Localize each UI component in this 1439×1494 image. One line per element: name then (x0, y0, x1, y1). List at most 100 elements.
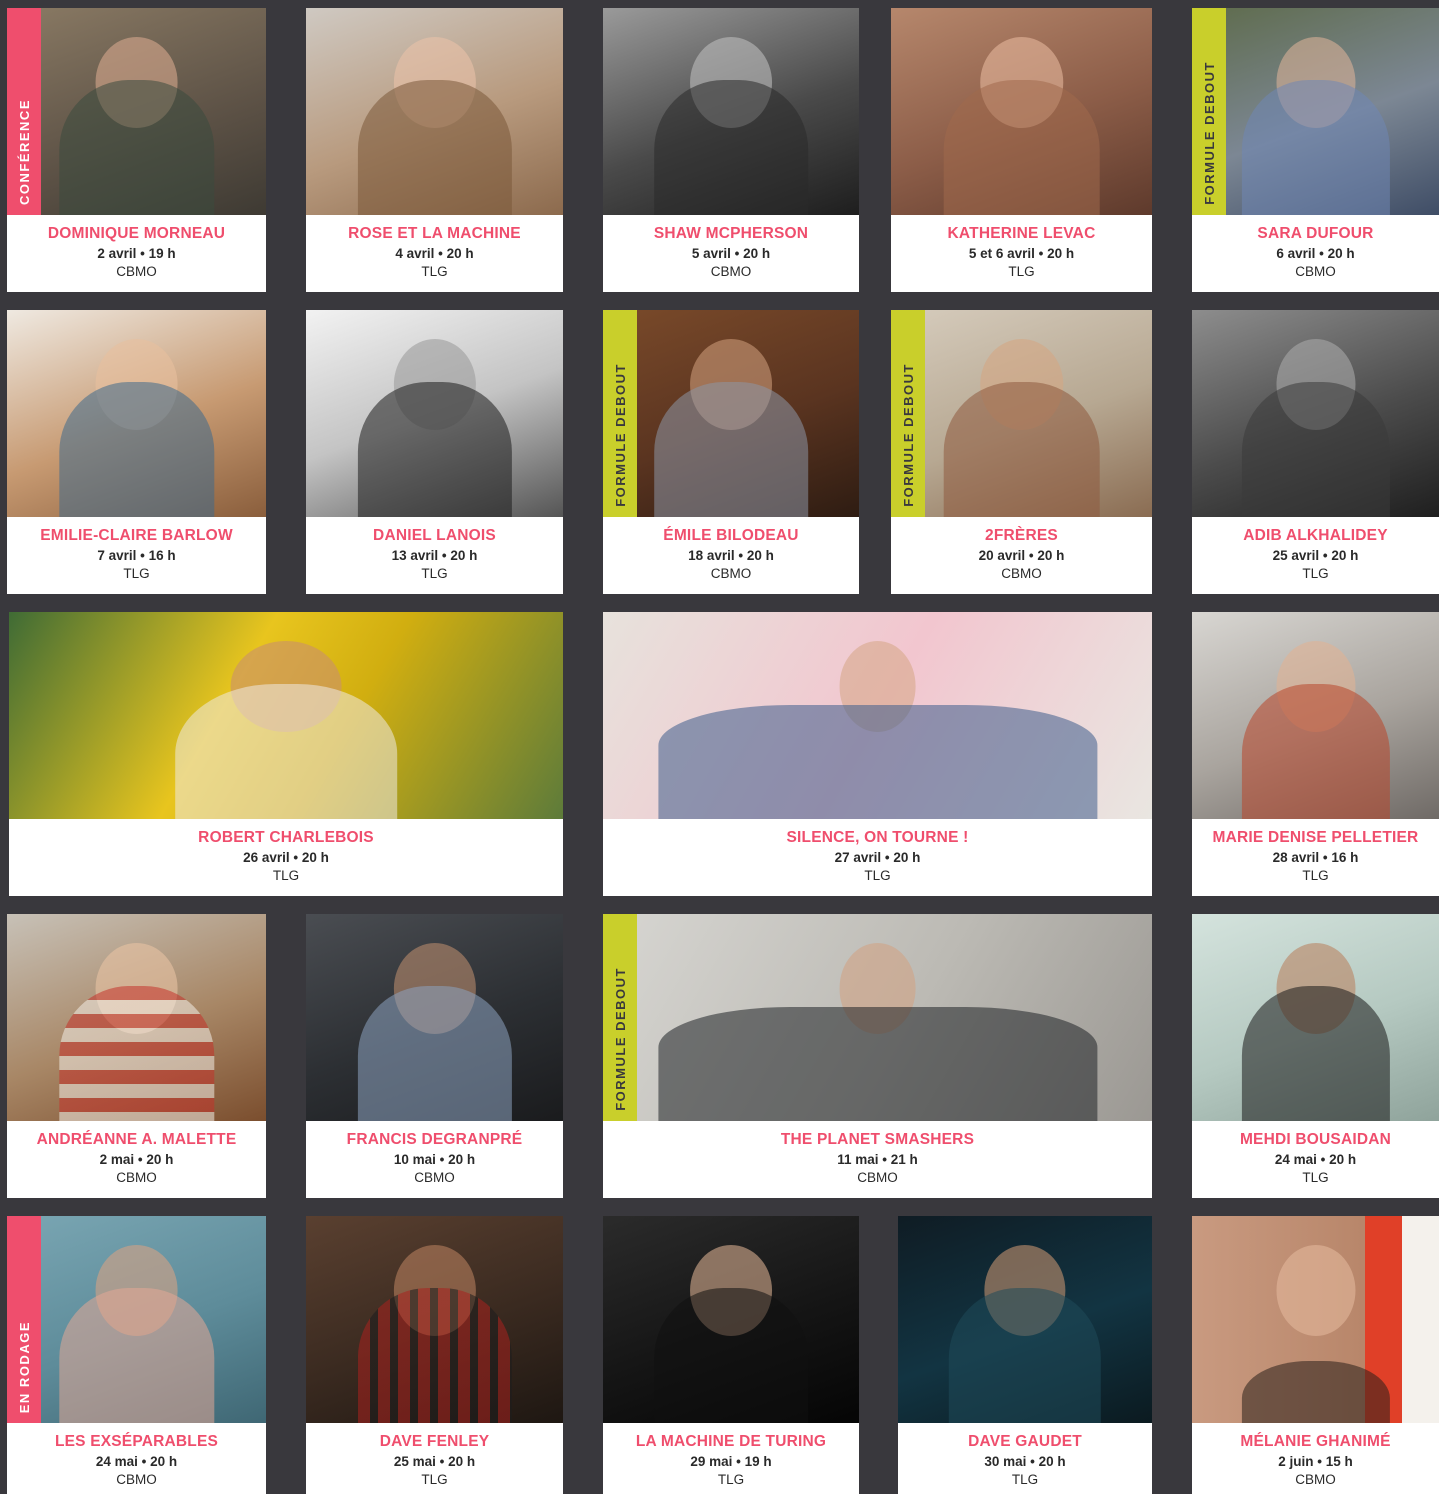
event-card-dominique-morneau[interactable]: CONFÉRENCE DOMINIQUE MORNEAU 2 avril • 19… (7, 8, 266, 292)
event-photo (7, 8, 266, 215)
event-photo (306, 8, 563, 215)
event-card-silence-on-tourne[interactable]: SILENCE, ON TOURNE ! 27 avril • 20 h TLG (603, 612, 1152, 896)
event-photo (603, 1216, 859, 1423)
event-date: 5 et 6 avril • 20 h (968, 246, 1075, 261)
event-photo (1192, 612, 1439, 819)
event-venue: TLG (272, 868, 300, 883)
event-name: DANIEL LANOIS (373, 527, 496, 544)
event-card-emile-bilodeau[interactable]: FORMULE DEBOUT ÉMILE BILODEAU 18 avril • … (603, 310, 859, 594)
event-name: DOMINIQUE MORNEAU (47, 225, 226, 242)
formule-debout-tag: FORMULE DEBOUT (603, 310, 637, 517)
event-card-mehdi-bousaidan[interactable]: MEHDI BOUSAIDAN 24 mai • 20 h TLG (1192, 914, 1439, 1198)
event-photo (306, 1216, 563, 1423)
event-date: 4 avril • 20 h (395, 246, 474, 261)
formule-debout-tag: FORMULE DEBOUT (603, 914, 637, 1121)
event-venue: CBMO (116, 1170, 157, 1185)
event-date: 27 avril • 20 h (834, 850, 921, 865)
event-name: EMILIE-CLAIRE BARLOW (40, 527, 233, 544)
event-venue: CBMO (857, 1170, 898, 1185)
event-card-les-exseparables[interactable]: EN RODAGE LES EXSÉPARABLES 24 mai • 20 h C… (7, 1216, 266, 1494)
event-venue: CBMO (414, 1170, 455, 1185)
event-card-rose-et-la-machine[interactable]: ROSE ET LA MACHINE 4 avril • 20 h TLG (306, 8, 563, 292)
event-name: DAVE GAUDET (968, 1433, 1082, 1450)
event-venue: CBMO (710, 566, 752, 581)
event-name: SARA DUFOUR (1257, 225, 1374, 242)
event-venue: TLG (421, 1472, 448, 1487)
event-card-2freres[interactable]: FORMULE DEBOUT 2FRÈRES 20 avril • 20 h CBM… (891, 310, 1152, 594)
event-venue: TLG (1302, 566, 1329, 581)
event-date: 30 mai • 20 h (984, 1454, 1066, 1469)
event-venue: TLG (421, 566, 448, 581)
event-card-the-planet-smashers[interactable]: FORMULE DEBOUT THE PLANET SMASHERS 11 mai… (603, 914, 1152, 1198)
event-date: 18 avril • 20 h (688, 548, 774, 563)
event-name: ROSE ET LA MACHINE (348, 225, 521, 242)
event-photo (1192, 914, 1439, 1121)
event-date: 5 avril • 20 h (691, 246, 771, 261)
event-name: DAVE FENLEY (379, 1433, 490, 1450)
event-card-dave-fenley[interactable]: DAVE FENLEY 25 mai • 20 h TLG (306, 1216, 563, 1494)
event-photo (9, 612, 563, 819)
event-photo (7, 310, 266, 517)
event-card-dave-gaudet[interactable]: DAVE GAUDET 30 mai • 20 h TLG (898, 1216, 1152, 1494)
event-date: 13 avril • 20 h (391, 548, 478, 563)
event-card-daniel-lanois[interactable]: DANIEL LANOIS 13 avril • 20 h TLG (306, 310, 563, 594)
event-venue: CBMO (1295, 1472, 1336, 1487)
conference-tag: CONFÉRENCE (7, 8, 41, 215)
event-photo (1192, 8, 1439, 215)
event-date: 20 avril • 20 h (978, 548, 1065, 563)
event-date: 2 mai • 20 h (99, 1152, 174, 1167)
event-photo (603, 914, 1152, 1121)
event-photo (1192, 1216, 1439, 1423)
event-card-shaw-mcpherson[interactable]: SHAW MCPHERSON 5 avril • 20 h CBMO (603, 8, 859, 292)
event-date: 24 mai • 20 h (95, 1454, 178, 1469)
event-card-la-machine-de-turing[interactable]: LA MACHINE DE TURING 29 mai • 19 h TLG (603, 1216, 859, 1494)
en-rodage-tag: EN RODAGE (7, 1216, 41, 1423)
event-name: THE PLANET SMASHERS (780, 1131, 975, 1148)
event-venue: TLG (123, 566, 150, 581)
event-card-emilie-claire-barlow[interactable]: EMILIE-CLAIRE BARLOW 7 avril • 16 h TLG (7, 310, 266, 594)
formule-debout-tag: FORMULE DEBOUT (891, 310, 925, 517)
event-venue: CBMO (116, 1472, 157, 1487)
event-date: 25 avril • 20 h (1272, 548, 1359, 563)
event-date: 28 avril • 16 h (1272, 850, 1359, 865)
event-name: ROBERT CHARLEBOIS (198, 829, 374, 846)
event-photo (7, 1216, 266, 1423)
event-name: ANDRÉANNE A. MALETTE (36, 1131, 237, 1148)
event-date: 2 juin • 15 h (1278, 1454, 1353, 1469)
event-date: 11 mai • 21 h (837, 1152, 918, 1167)
event-venue: TLG (1011, 1472, 1039, 1487)
event-name: ÉMILE BILODEAU (663, 527, 799, 544)
event-name: MÉLANIE GHANIMÉ (1240, 1433, 1391, 1450)
event-card-marie-denise-pelletier[interactable]: MARIE DENISE PELLETIER 28 avril • 16 h TLG (1192, 612, 1439, 896)
event-card-katherine-levac[interactable]: KATHERINE LEVAC 5 et 6 avril • 20 h TLG (891, 8, 1152, 292)
event-name: SILENCE, ON TOURNE ! (786, 829, 969, 846)
event-photo (306, 914, 563, 1121)
event-card-sara-dufour[interactable]: FORMULE DEBOUT SARA DUFOUR 6 avril • 20 h… (1192, 8, 1439, 292)
event-name: MARIE DENISE PELLETIER (1212, 829, 1419, 846)
event-name: LA MACHINE DE TURING (635, 1433, 827, 1450)
event-name: KATHERINE LEVAC (947, 225, 1096, 242)
event-photo (891, 310, 1152, 517)
event-card-francis-degranpre[interactable]: FRANCIS DEGRANPRÉ 10 mai • 20 h CBMO (306, 914, 563, 1198)
event-name: SHAW MCPHERSON (653, 225, 809, 242)
event-photo (891, 8, 1152, 215)
event-venue: CBMO (710, 264, 752, 279)
event-name: ADIB ALKHALIDEY (1243, 527, 1388, 544)
event-date: 10 mai • 20 h (393, 1152, 476, 1167)
event-card-adib-alkhalidey[interactable]: ADIB ALKHALIDEY 25 avril • 20 h TLG (1192, 310, 1439, 594)
event-photo (603, 310, 859, 517)
event-venue: TLG (864, 868, 891, 883)
event-venue: TLG (421, 264, 448, 279)
event-date: 26 avril • 20 h (243, 850, 329, 865)
event-photo (603, 612, 1152, 819)
event-card-andreanne-a-malette[interactable]: ANDRÉANNE A. MALETTE 2 mai • 20 h CBMO (7, 914, 266, 1198)
event-photo (7, 914, 266, 1121)
event-card-robert-charlebois[interactable]: ROBERT CHARLEBOIS 26 avril • 20 h TLG (9, 612, 563, 896)
event-name: MEHDI BOUSAIDAN (1239, 1131, 1392, 1148)
event-card-melanie-ghanime[interactable]: MÉLANIE GHANIMÉ 2 juin • 15 h CBMO (1192, 1216, 1439, 1494)
event-date: 25 mai • 20 h (393, 1454, 476, 1469)
event-date: 7 avril • 16 h (97, 548, 176, 563)
event-venue: CBMO (1295, 264, 1336, 279)
event-name: 2FRÈRES (985, 527, 1058, 544)
event-date: 29 mai • 19 h (690, 1454, 772, 1469)
